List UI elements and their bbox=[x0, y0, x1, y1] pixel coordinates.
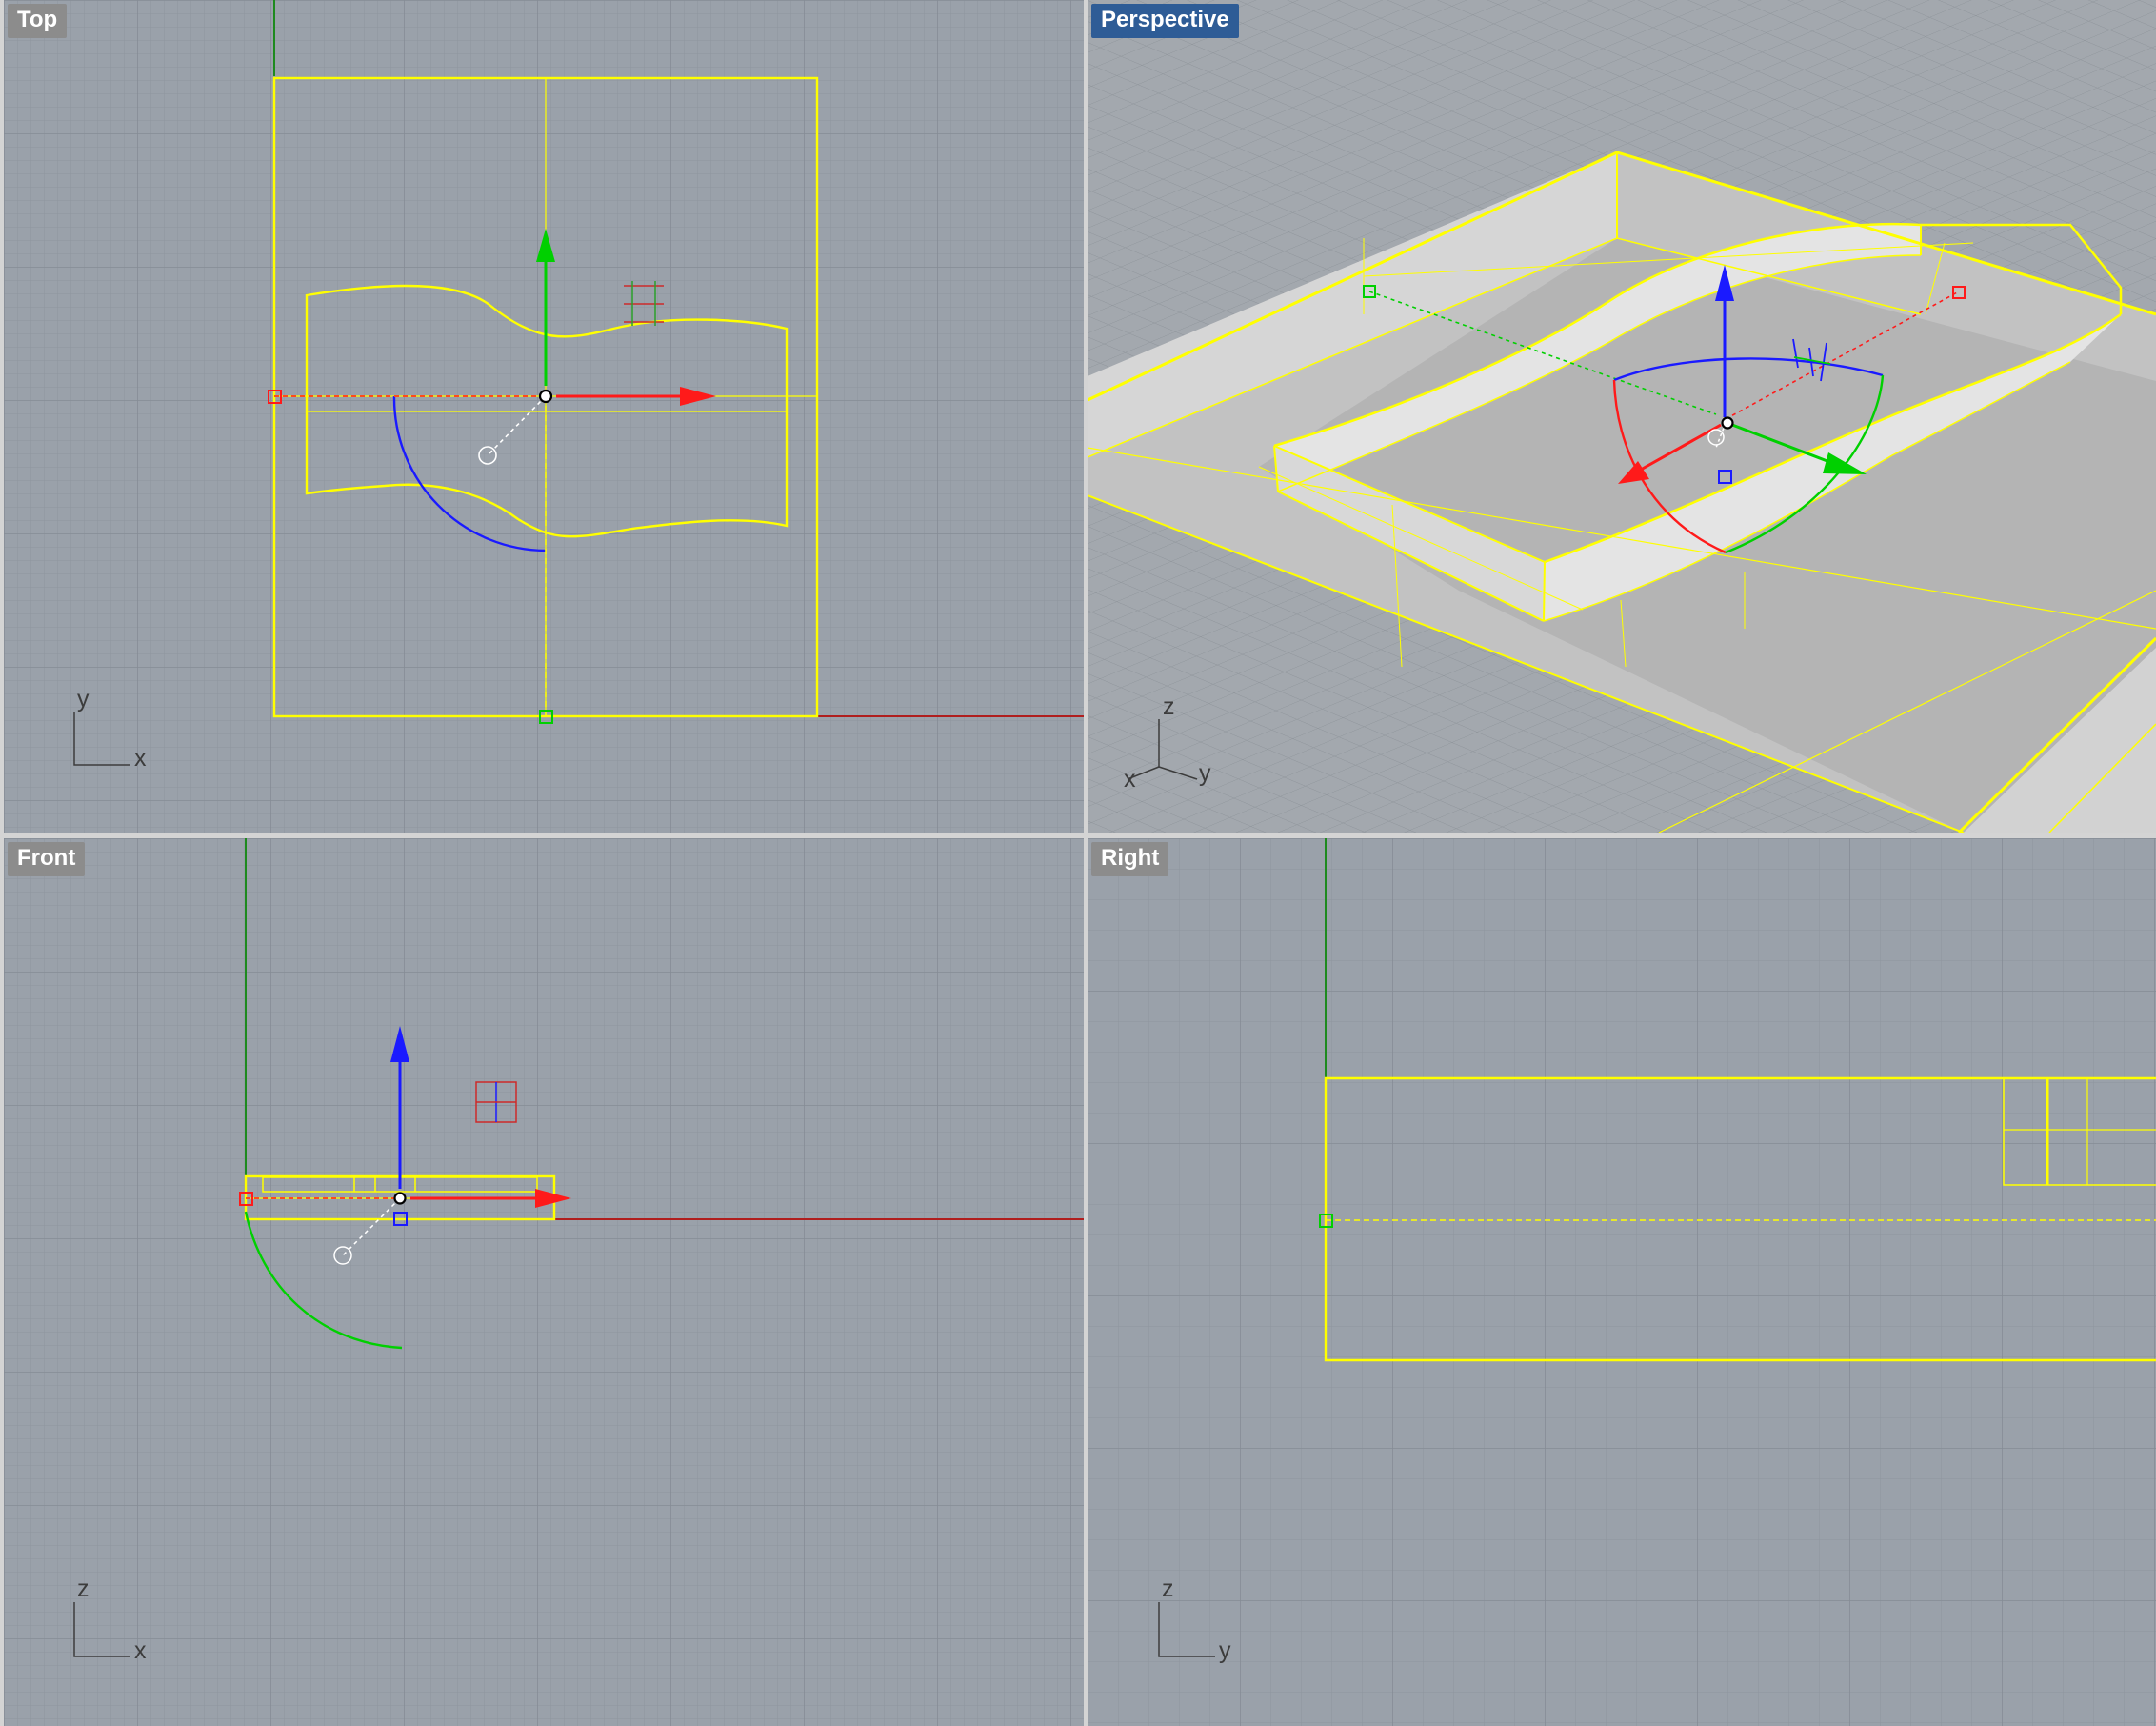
viewport-top[interactable]: y x Top bbox=[4, 0, 1084, 833]
viewport-front[interactable]: z x Front bbox=[4, 838, 1084, 1726]
axis-label-z: z bbox=[1163, 693, 1175, 720]
right-view-canvas[interactable]: z y bbox=[1088, 838, 2156, 1726]
axis-label-y: y bbox=[1219, 1637, 1231, 1664]
axis-label-x: x bbox=[134, 745, 147, 772]
gumball-center-icon[interactable] bbox=[538, 389, 553, 404]
axis-label-y: y bbox=[77, 686, 90, 712]
top-view-canvas[interactable]: y x bbox=[4, 0, 1084, 833]
gumball-center-icon[interactable] bbox=[393, 1192, 407, 1205]
viewport-title-front[interactable]: Front bbox=[8, 842, 86, 876]
axis-label-y: y bbox=[1199, 760, 1211, 787]
axis-label-z: z bbox=[77, 1575, 90, 1602]
viewport-right[interactable]: z y Right bbox=[1088, 838, 2156, 1726]
viewport-title-top[interactable]: Top bbox=[8, 4, 68, 38]
gumball-center-icon[interactable] bbox=[1721, 416, 1734, 430]
axis-label-x: x bbox=[134, 1637, 147, 1664]
rhino-four-viewport-layout: y x Top z x y Perspective z x Front z y … bbox=[0, 0, 2156, 1726]
viewport-title-right[interactable]: Right bbox=[1091, 842, 1169, 876]
perspective-view-canvas[interactable]: z x y bbox=[1088, 0, 2156, 833]
axis-label-x: x bbox=[1124, 766, 1136, 793]
viewport-title-perspective[interactable]: Perspective bbox=[1091, 4, 1239, 38]
axis-label-z: z bbox=[1162, 1575, 1174, 1602]
front-view-canvas[interactable]: z x bbox=[4, 838, 1084, 1726]
viewport-perspective[interactable]: z x y Perspective bbox=[1088, 0, 2156, 833]
